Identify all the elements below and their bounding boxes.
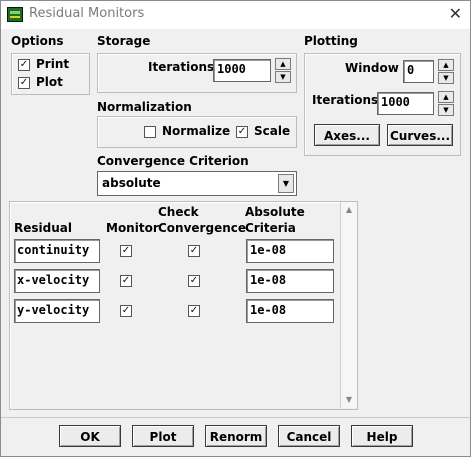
plot-checkbox[interactable]: ✓ [18,77,30,89]
monitor-header: Monitor [106,221,159,235]
scale-checkbox[interactable]: ✓ [236,126,248,138]
plotting-iterations-input[interactable]: 1000 [377,92,434,115]
convergence-criterion-select[interactable]: absolute ▼ [97,171,297,196]
print-label: Print [36,57,70,71]
spin-up-icon[interactable]: ▲ [438,91,454,103]
monitor-checkbox[interactable]: ✓ [120,245,132,257]
plotting-iterations-spinner[interactable]: ▲ ▼ [438,91,454,117]
residual-name-field[interactable]: continuity [14,239,100,263]
plot-label: Plot [36,75,63,89]
normalization-label: Normalization [97,100,192,114]
help-button[interactable]: Help [351,425,413,447]
scroll-down-icon[interactable]: ▼ [342,393,356,407]
monitor-checkbox[interactable]: ✓ [120,275,132,287]
storage-iterations-label: Iterations [148,60,215,74]
spin-up-icon[interactable]: ▲ [438,59,454,71]
normalize-label: Normalize [162,124,231,138]
absolute-criteria-input[interactable]: 1e-08 [246,299,334,323]
check-convergence-checkbox[interactable]: ✓ [188,305,200,317]
residual-name-field[interactable]: x-velocity [14,269,100,293]
print-checkbox[interactable]: ✓ [18,59,30,71]
residual-table-frame: Residual Monitor Check Convergence Absol… [9,201,358,410]
table-scrollbar[interactable]: ▲ ▼ [340,202,357,408]
plotting-window-label: Window [345,61,399,75]
title-bar[interactable]: Residual Monitors ✕ [1,1,470,29]
scale-label: Scale [254,124,291,138]
storage-frame: Iterations 1000 ▲ ▼ [97,53,297,93]
dropdown-arrow-icon[interactable]: ▼ [278,174,294,193]
axes-button[interactable]: Axes... [314,124,380,146]
residual-header: Residual [14,221,72,235]
absolute-criteria-input[interactable]: 1e-08 [246,239,334,263]
window-title: Residual Monitors [29,6,145,21]
options-label: Options [11,34,64,48]
storage-iterations-input[interactable]: 1000 [213,59,271,82]
spin-down-icon[interactable]: ▼ [438,72,454,84]
convergence-header: Convergence [158,221,246,235]
normalize-checkbox[interactable] [144,126,156,138]
convergence-criterion-label: Convergence Criterion [97,154,249,168]
spin-up-icon[interactable]: ▲ [275,58,291,70]
check-convergence-checkbox[interactable]: ✓ [188,245,200,257]
plotting-label: Plotting [304,34,358,48]
plotting-window-input[interactable]: 0 [403,60,434,83]
absolute-criteria-input[interactable]: 1e-08 [246,269,334,293]
options-frame: ✓ Print ✓ Plot [11,53,90,95]
normalization-frame: Normalize ✓ Scale [97,116,297,148]
cancel-button[interactable]: Cancel [278,425,340,447]
curves-button[interactable]: Curves... [387,124,453,146]
spin-down-icon[interactable]: ▼ [438,104,454,116]
renorm-button[interactable]: Renorm [205,425,267,447]
monitor-checkbox[interactable]: ✓ [120,305,132,317]
criteria-header: Criteria [245,221,296,235]
plot-button[interactable]: Plot [132,425,194,447]
residual-name-field[interactable]: y-velocity [14,299,100,323]
footer-divider [1,417,470,418]
plotting-iterations-label: Iterations [312,93,379,107]
scroll-up-icon[interactable]: ▲ [342,203,356,217]
plotting-window-spinner[interactable]: ▲ ▼ [438,59,454,85]
residual-monitors-window: Residual Monitors ✕ Options ✓ Print ✓ Pl… [0,0,471,457]
plotting-frame: Window 0 ▲ ▼ Iterations 1000 ▲ ▼ Axes...… [304,53,461,156]
spin-down-icon[interactable]: ▼ [275,71,291,83]
ok-button[interactable]: OK [59,425,121,447]
check-header: Check [158,205,199,219]
absolute-header: Absolute [245,205,305,219]
check-convergence-checkbox[interactable]: ✓ [188,275,200,287]
storage-label: Storage [97,34,151,48]
app-icon [7,7,23,22]
convergence-criterion-value: absolute [102,176,161,190]
dialog-panel: Options ✓ Print ✓ Plot Storage Iteration… [1,29,470,456]
storage-iterations-spinner[interactable]: ▲ ▼ [275,58,291,84]
close-icon[interactable]: ✕ [449,4,462,23]
